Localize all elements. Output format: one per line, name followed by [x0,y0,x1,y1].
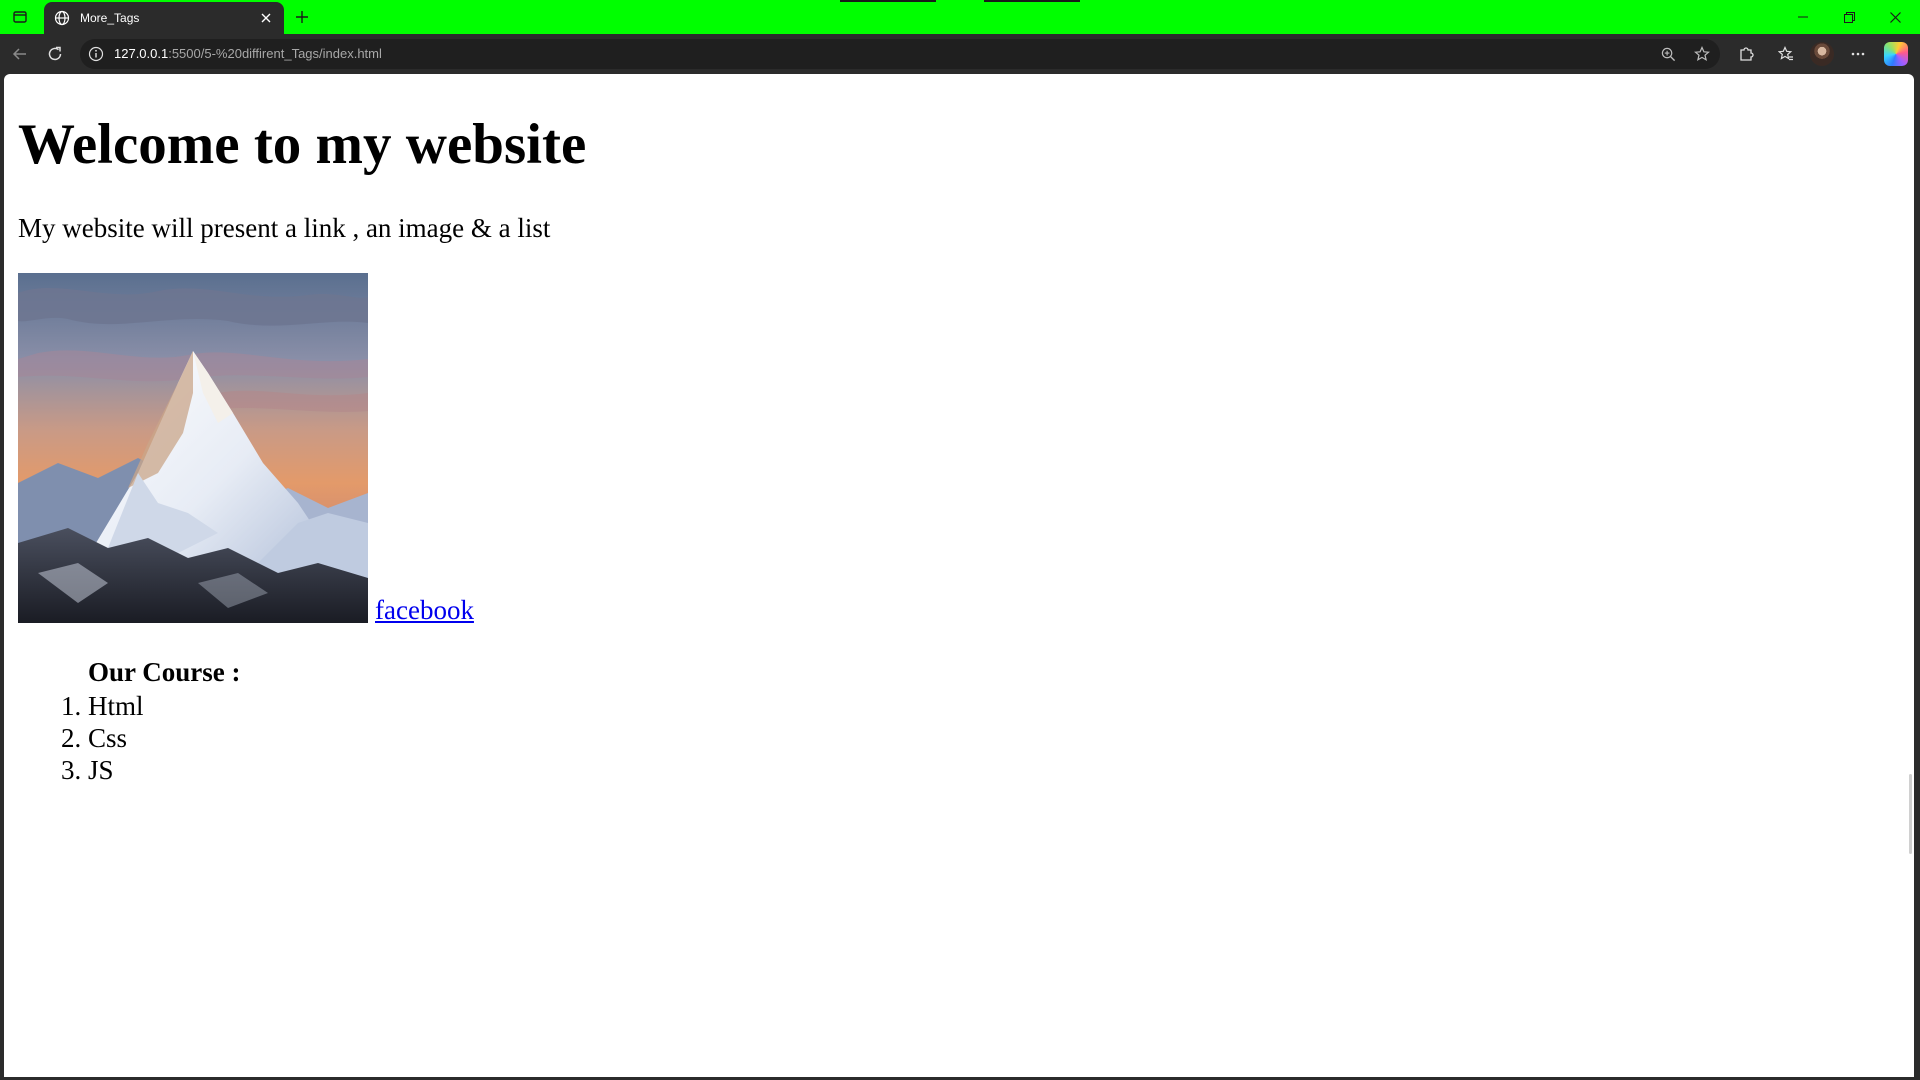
close-icon [1889,11,1901,23]
scrollbar[interactable] [1909,774,1912,854]
restore-icon [1843,11,1855,23]
list-item: Html [88,690,144,722]
toolbar: 127.0.0.1:5500/5-%20diffirent_Tags/index… [0,34,1920,74]
course-list: Html Css JS [88,690,144,786]
star-icon [1694,46,1710,62]
minimize-button[interactable] [1780,0,1826,34]
restore-button[interactable] [1826,0,1872,34]
title-bar: More_Tags [0,0,1920,34]
plus-icon [296,11,308,23]
zoom-icon [1661,47,1675,61]
address-bar[interactable]: 127.0.0.1:5500/5-%20diffirent_Tags/index… [80,39,1720,69]
url-text[interactable]: 127.0.0.1:5500/5-%20diffirent_Tags/index… [114,46,382,61]
puzzle-icon [1740,47,1754,61]
minimize-icon [1798,16,1808,18]
back-arrow-icon [12,48,26,60]
tab-actions-button[interactable] [10,7,30,27]
intro-paragraph: My website will present a link , an imag… [18,213,551,243]
info-icon[interactable] [88,46,104,62]
favorites-button[interactable] [1774,42,1798,66]
extensions-button[interactable] [1734,42,1758,66]
tab-title: More_Tags [80,11,140,25]
more-icon [1851,52,1865,56]
page-heading: Welcome to my website [18,113,587,176]
tab-close-button[interactable] [258,10,274,26]
facebook-link[interactable]: facebook [375,595,474,626]
tab-more-tags[interactable]: More_Tags [44,2,284,34]
favorites-icon [1778,46,1793,61]
list-item: Css [88,722,144,754]
back-button[interactable] [8,42,32,66]
new-tab-button[interactable] [292,7,312,27]
avatar[interactable] [1810,42,1834,66]
course-list-title: Our Course : [88,657,241,687]
close-window-button[interactable] [1872,0,1918,34]
add-favorite-button[interactable] [1692,44,1712,64]
more-button[interactable] [1846,42,1870,66]
url-host: 127.0.0.1 [114,46,169,61]
close-icon [261,13,271,23]
zoom-button[interactable] [1658,44,1678,64]
list-item: JS [88,754,144,786]
tab-actions-icon [13,11,27,23]
page-viewport: Welcome to my website My website will pr… [4,74,1914,1077]
copilot-icon[interactable] [1884,42,1908,66]
reload-icon [48,46,62,61]
mountain-illustration [18,273,368,623]
drag-region-mark [840,0,936,2]
url-path: :5500/5-%20diffirent_Tags/index.html [168,46,382,61]
drag-region-mark [984,0,1080,2]
mountain-image [18,273,368,623]
reload-button[interactable] [43,42,67,66]
globe-icon [54,10,70,26]
